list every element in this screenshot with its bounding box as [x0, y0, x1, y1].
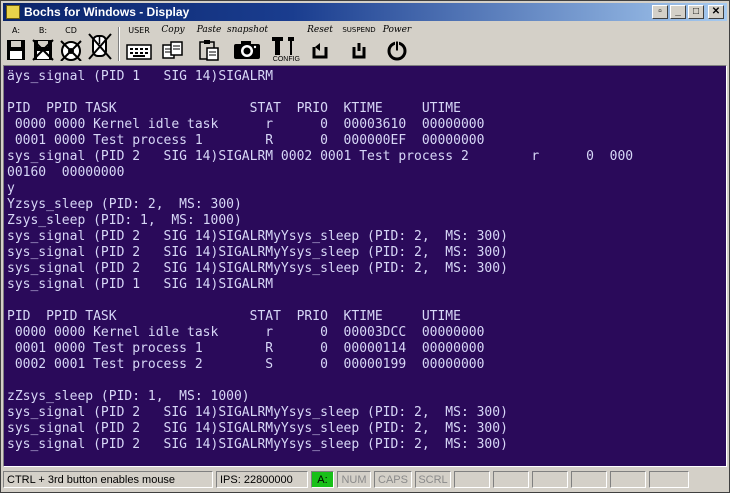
- cdrom-label: CD: [65, 26, 77, 35]
- mouse-disabled-icon: [88, 33, 112, 60]
- status-panel-4: [571, 471, 607, 488]
- config-button[interactable]: CONFIG: [267, 25, 301, 63]
- title-bar[interactable]: Bochs for Windows - Display ▫ _ □ ✕: [3, 3, 727, 21]
- reset-label: Reset: [307, 25, 333, 35]
- mouse-button[interactable]: [85, 25, 115, 63]
- floppy-disk-disabled-icon: [32, 39, 54, 61]
- cdrom-disabled-icon: [60, 40, 82, 61]
- bochs-window: Bochs for Windows - Display ▫ _ □ ✕ A: B…: [0, 0, 730, 493]
- console-line: sys_signal (PID 2 SIG 14)SIGALRMyYsys_sl…: [7, 229, 508, 244]
- copy-button[interactable]: Copy: [155, 25, 191, 63]
- console-line: äys_signal (PID 1 SIG 14)SIGALRM: [7, 69, 274, 84]
- camera-icon: [234, 41, 260, 59]
- close-button[interactable]: ✕: [708, 5, 724, 19]
- console-line: zZsys_sleep (PID: 1, MS: 1000): [7, 389, 250, 404]
- paste-icon: [199, 40, 219, 61]
- power-icon: [387, 40, 407, 61]
- copy-icon: [162, 41, 183, 59]
- console-line: PID PPID TASK STAT PRIO KTIME UTIME: [7, 101, 461, 116]
- window-title: Bochs for Windows - Display: [24, 5, 190, 19]
- suspend-label: SUSPEND: [342, 26, 376, 34]
- console-line: 0001 0000 Test process 1 R 0 000000EF 00…: [7, 133, 485, 148]
- maximize-button[interactable]: □: [688, 5, 704, 19]
- console-line: sys_signal (PID 2 SIG 14)SIGALRMyYsys_sl…: [7, 405, 508, 420]
- copy-label: Copy: [161, 25, 185, 35]
- cdrom-button[interactable]: CD: [57, 25, 85, 63]
- status-panel-3: [532, 471, 568, 488]
- console-line: 0002 0001 Test process 2 S 0 00000199 00…: [7, 357, 485, 372]
- floppy-a-button[interactable]: A:: [3, 25, 29, 63]
- console-line: 0001 0000 Test process 1 R 0 00000114 00…: [7, 341, 485, 356]
- drive-a-led: A:: [311, 471, 334, 488]
- console-line: 00160 00000000: [7, 165, 125, 180]
- minimize-button[interactable]: _: [670, 5, 686, 19]
- paste-button[interactable]: Paste: [191, 25, 227, 63]
- bochs-app-icon: [6, 5, 20, 19]
- console-line: Zsys_sleep (PID: 1, MS: 1000): [7, 213, 242, 228]
- user-button[interactable]: USER: [123, 25, 155, 63]
- console-line: y: [7, 181, 15, 196]
- paste-label: Paste: [196, 25, 222, 35]
- console-output: äys_signal (PID 1 SIG 14)SIGALRM PID PPID…: [4, 66, 726, 453]
- restore-icon[interactable]: ▫: [652, 5, 668, 19]
- console-line: 0000 0000 Kernel idle task r 0 00003DCC …: [7, 325, 485, 340]
- num-lock-indicator: NUM: [337, 471, 371, 488]
- floppy-b-label: B:: [38, 26, 48, 35]
- console-line: sys_signal (PID 2 SIG 14)SIGALRMyYsys_sl…: [7, 437, 508, 452]
- config-label: CONFIG: [272, 56, 300, 63]
- status-bar: CTRL + 3rd button enables mouse IPS: 228…: [3, 471, 727, 490]
- scroll-lock-indicator: SCRL: [415, 471, 451, 488]
- console-line: sys_signal (PID 1 SIG 14)SIGALRM: [7, 277, 274, 292]
- snapshot-label: snapshot: [227, 25, 268, 35]
- status-hint: CTRL + 3rd button enables mouse: [3, 471, 213, 488]
- console-line: sys_signal (PID 2 SIG 14)SIGALRMyYsys_sl…: [7, 421, 508, 436]
- keyboard-icon: [126, 44, 152, 60]
- power-button[interactable]: Power: [379, 25, 415, 63]
- suspend-icon: [352, 43, 366, 59]
- status-ips: IPS: 22800000: [216, 471, 308, 488]
- reset-button[interactable]: Reset: [301, 25, 339, 63]
- console-line: 0000 0000 Kernel idle task r 0 00003610 …: [7, 117, 485, 132]
- floppy-b-button[interactable]: B:: [29, 25, 57, 63]
- snapshot-button[interactable]: snapshot: [227, 25, 268, 63]
- reset-icon: [312, 43, 328, 59]
- user-label: USER: [128, 26, 150, 35]
- power-label: Power: [382, 25, 412, 35]
- console-line: sys_signal (PID 2 SIG 14)SIGALRMyYsys_sl…: [7, 261, 508, 276]
- toolbar-separator: [118, 27, 120, 61]
- status-panel-2: [493, 471, 529, 488]
- console-line: sys_signal (PID 2 SIG 14)SIGALRM 0002 00…: [7, 149, 634, 164]
- floppy-a-label: A:: [11, 26, 21, 35]
- console-line: sys_signal (PID 2 SIG 14)SIGALRMyYsys_sl…: [7, 245, 508, 260]
- caps-lock-indicator: CAPS: [374, 471, 412, 488]
- emulator-display[interactable]: äys_signal (PID 1 SIG 14)SIGALRM PID PPID…: [3, 65, 727, 467]
- console-line: PID PPID TASK STAT PRIO KTIME UTIME: [7, 309, 461, 324]
- floppy-disk-icon: [7, 40, 25, 60]
- toolbar: A: B: CD USER Copy Paste snapshot CONFIG…: [3, 23, 727, 63]
- status-panel-6: [649, 471, 689, 488]
- status-panel-1: [454, 471, 490, 488]
- status-panel-5: [610, 471, 646, 488]
- suspend-button[interactable]: SUSPEND: [339, 25, 379, 63]
- console-line: Yzsys_sleep (PID: 2, MS: 300): [7, 197, 242, 212]
